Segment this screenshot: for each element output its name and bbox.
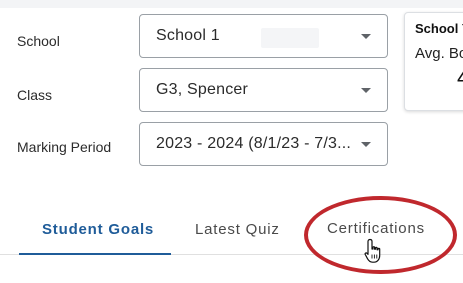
active-tab-indicator: [19, 253, 171, 255]
school-select[interactable]: School 1: [139, 14, 388, 58]
redacted-patch: [261, 28, 319, 48]
top-strip: [0, 0, 463, 8]
class-label: Class: [17, 87, 53, 103]
summary-card-value: 4: [457, 65, 463, 91]
summary-card-subtitle: Avg. Bo: [415, 45, 463, 62]
marking-period-select-value: 2023 - 2024 (8/1/23 - 7/3...: [156, 135, 352, 152]
class-select-value: G3, Spencer: [156, 81, 249, 98]
summary-card-title: School Y: [415, 21, 463, 36]
school-label: School: [17, 33, 60, 49]
marking-period-select[interactable]: 2023 - 2024 (8/1/23 - 7/3...: [139, 122, 388, 166]
marking-period-label: Marking Period: [17, 139, 112, 155]
school-select-value: School 1: [156, 27, 220, 44]
hand-cursor-icon: [364, 238, 381, 263]
class-select[interactable]: G3, Spencer: [139, 68, 388, 112]
chevron-down-icon[interactable]: [361, 88, 371, 93]
tab-latest-quiz[interactable]: Latest Quiz: [195, 221, 280, 238]
summary-card: School Y Avg. Bo 4: [404, 12, 463, 111]
chevron-down-icon[interactable]: [361, 142, 371, 147]
tab-student-goals[interactable]: Student Goals: [42, 221, 154, 238]
chevron-down-icon[interactable]: [361, 34, 371, 39]
